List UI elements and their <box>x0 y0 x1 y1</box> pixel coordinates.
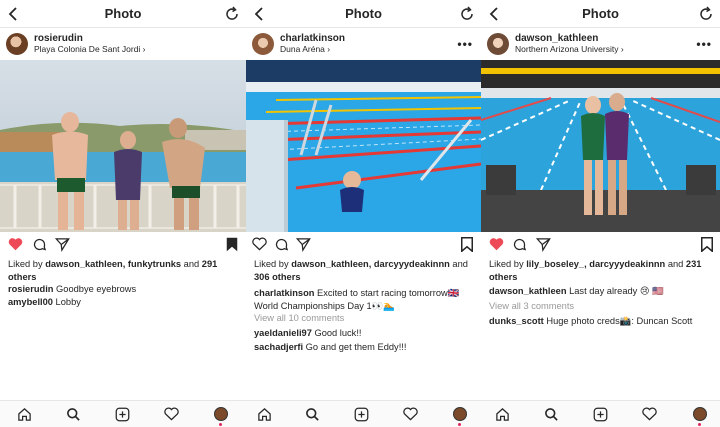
like-heart-icon[interactable] <box>489 237 504 251</box>
like-heart-icon[interactable] <box>8 237 23 251</box>
search-icon[interactable] <box>66 407 81 422</box>
comment: dunks_scott Huge photo creds📸: Duncan Sc… <box>489 316 693 326</box>
comment-icon[interactable] <box>274 237 289 252</box>
comment-icon[interactable] <box>512 237 527 252</box>
avatar[interactable] <box>6 33 28 55</box>
share-icon[interactable] <box>296 237 311 252</box>
post-actions <box>0 232 246 258</box>
activity-heart-icon[interactable] <box>642 407 657 421</box>
more-options-icon[interactable]: ••• <box>457 37 473 51</box>
notification-dot <box>458 423 461 426</box>
post-username[interactable]: dawson_kathleen <box>515 33 624 44</box>
bottom-nav <box>246 400 481 427</box>
notification-dot <box>698 423 701 426</box>
post-header: dawson_kathleen Northern Arizona Univers… <box>481 28 720 60</box>
post-header: rosierudin Playa Colonia De Sant Jordi › <box>0 28 246 60</box>
refresh-icon[interactable] <box>224 6 240 22</box>
home-icon[interactable] <box>257 407 272 422</box>
likes-count[interactable]: 306 others <box>254 272 301 282</box>
save-bookmark-icon[interactable] <box>226 237 238 252</box>
share-icon[interactable] <box>536 237 551 252</box>
post-screen-1: Photo rosierudin Playa Colonia De Sant J… <box>0 0 246 427</box>
comment: sachadjerfi Go and get them Eddy!!! <box>254 342 407 352</box>
post-header: charlatkinson Duna Aréna › ••• <box>246 28 481 60</box>
post-actions <box>481 232 720 258</box>
home-icon[interactable] <box>17 407 32 422</box>
avatar[interactable] <box>252 33 274 55</box>
likes-line: Liked by dawson_kathleen, darcyyydeakinn… <box>254 259 468 282</box>
post-username[interactable]: rosierudin <box>34 33 146 44</box>
liked-by-users[interactable]: dawson_kathleen, darcyyydeakinnn <box>291 259 450 269</box>
view-all-comments[interactable]: View all 3 comments <box>481 300 720 313</box>
liked-by-users[interactable]: lily_boseley_, darcyyydeakinnn <box>526 259 665 269</box>
back-arrow-icon[interactable] <box>487 6 503 22</box>
profile-avatar[interactable] <box>214 407 228 421</box>
save-bookmark-icon[interactable] <box>461 237 473 252</box>
caption: charlatkinson Excited to start racing to… <box>254 288 460 311</box>
post-photo[interactable] <box>0 60 246 232</box>
likes-line: Liked by dawson_kathleen, funkytrunks an… <box>8 259 218 282</box>
post-photo[interactable] <box>246 60 481 232</box>
comment-icon[interactable] <box>32 237 47 252</box>
likes-line: Liked by lily_boseley_, darcyyydeakinnn … <box>489 259 702 282</box>
refresh-icon[interactable] <box>459 6 475 22</box>
caption: dawson_kathleen Last day already 😢 🇺🇸 <box>489 286 664 296</box>
activity-heart-icon[interactable] <box>403 407 418 421</box>
bottom-nav <box>481 400 720 427</box>
activity-heart-icon[interactable] <box>164 407 179 421</box>
notification-dot <box>219 423 222 426</box>
like-heart-icon[interactable] <box>252 237 267 251</box>
bottom-nav <box>0 400 246 427</box>
avatar[interactable] <box>487 33 509 55</box>
new-post-icon[interactable] <box>593 407 608 422</box>
comment: yaeldanieli97 Good luck!! <box>254 327 362 338</box>
comment: amybell00 Lobby <box>8 296 81 307</box>
post-location[interactable]: Northern Arizona University › <box>515 44 624 55</box>
back-arrow-icon[interactable] <box>252 6 268 22</box>
share-icon[interactable] <box>55 237 70 252</box>
top-bar: Photo <box>246 0 481 28</box>
post-location[interactable]: Duna Aréna › <box>280 44 345 55</box>
save-bookmark-icon[interactable] <box>701 237 713 252</box>
post-screen-2: Photo charlatkinson Duna Aréna › ••• Lik… <box>246 0 481 427</box>
home-icon[interactable] <box>495 407 510 422</box>
new-post-icon[interactable] <box>115 407 130 422</box>
search-icon[interactable] <box>305 407 320 422</box>
screen-title: Photo <box>582 6 619 21</box>
liked-by-users[interactable]: dawson_kathleen, funkytrunks <box>45 259 181 269</box>
post-photo[interactable] <box>481 60 720 232</box>
search-icon[interactable] <box>544 407 559 422</box>
view-all-comments[interactable]: View all 10 comments <box>246 312 481 325</box>
profile-avatar[interactable] <box>453 407 467 421</box>
profile-avatar[interactable] <box>693 407 707 421</box>
back-arrow-icon[interactable] <box>6 6 22 22</box>
post-actions <box>246 232 481 258</box>
post-location[interactable]: Playa Colonia De Sant Jordi › <box>34 44 146 55</box>
new-post-icon[interactable] <box>354 407 369 422</box>
top-bar: Photo <box>0 0 246 28</box>
post-screen-3: Photo dawson_kathleen Northern Arizona U… <box>481 0 720 427</box>
refresh-icon[interactable] <box>698 6 714 22</box>
caption: rosierudin Goodbye eyebrows <box>8 284 137 294</box>
screen-title: Photo <box>345 6 382 21</box>
screen-title: Photo <box>104 6 142 21</box>
top-bar: Photo <box>481 0 720 28</box>
post-username[interactable]: charlatkinson <box>280 33 345 44</box>
more-options-icon[interactable]: ••• <box>696 37 712 51</box>
